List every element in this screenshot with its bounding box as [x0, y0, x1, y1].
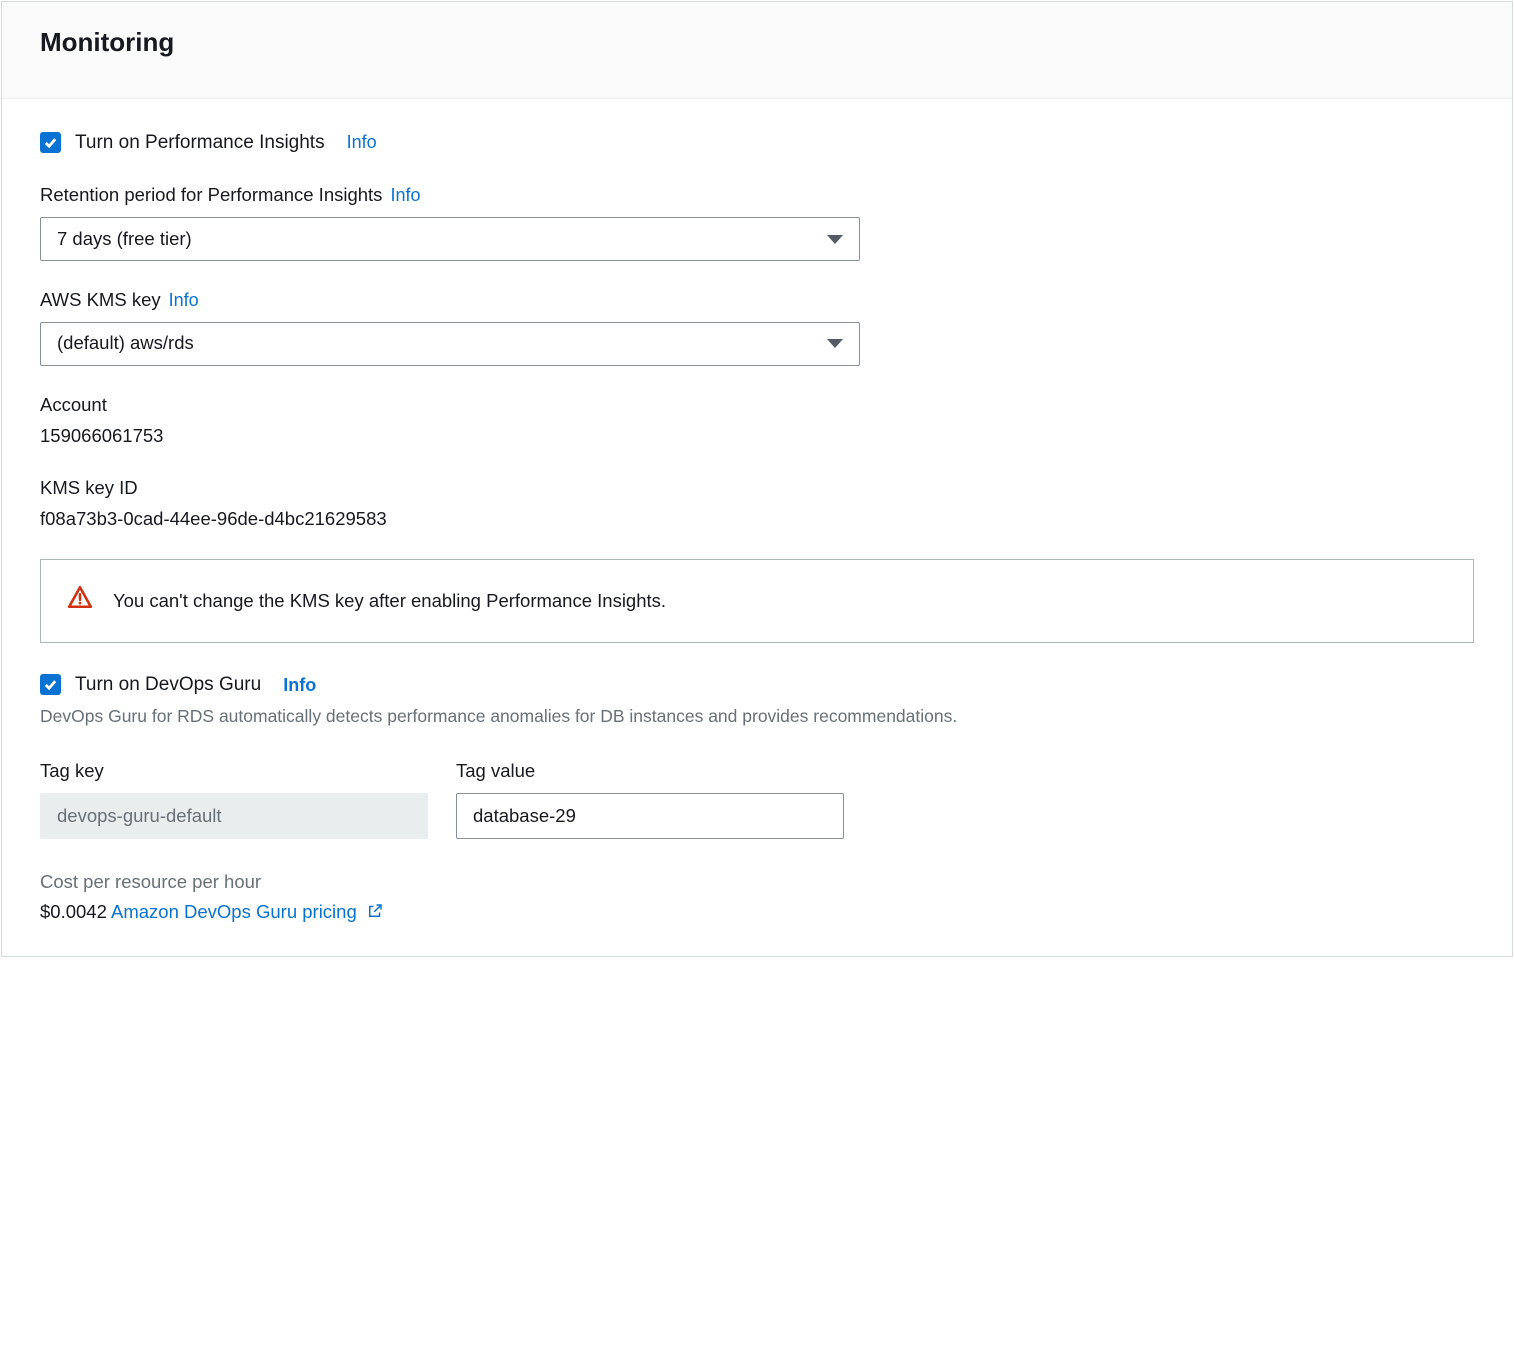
- monitoring-panel: Monitoring Turn on Performance Insights …: [1, 1, 1513, 957]
- check-icon: [43, 135, 58, 150]
- devops-guru-info-link[interactable]: Info: [283, 672, 316, 698]
- panel-title: Monitoring: [40, 24, 1474, 62]
- panel-body: Turn on Performance Insights Info Retent…: [2, 99, 1512, 957]
- caret-down-icon: [827, 235, 843, 244]
- pricing-link-text: Amazon DevOps Guru pricing: [111, 901, 357, 922]
- devops-guru-description: DevOps Guru for RDS automatically detect…: [40, 704, 1474, 729]
- caret-down-icon: [827, 339, 843, 348]
- retention-select[interactable]: 7 days (free tier): [40, 217, 860, 261]
- retention-select-value: 7 days (free tier): [57, 226, 192, 253]
- kms-key-select[interactable]: (default) aws/rds: [40, 322, 860, 366]
- kms-key-info-link[interactable]: Info: [169, 287, 199, 313]
- kms-key-field: AWS KMS key Info (default) aws/rds: [40, 287, 1474, 366]
- cost-label: Cost per resource per hour: [40, 869, 1474, 896]
- devops-guru-pricing-link[interactable]: Amazon DevOps Guru pricing: [111, 901, 384, 922]
- tag-value-label: Tag value: [456, 758, 844, 785]
- tag-key-label: Tag key: [40, 758, 428, 785]
- tag-key-field: Tag key: [40, 758, 428, 839]
- warning-triangle-icon: [67, 584, 93, 618]
- tag-key-input: [40, 793, 428, 839]
- devops-guru-toggle-row: Turn on DevOps Guru Info: [40, 671, 1474, 699]
- tag-grid: Tag key Tag value: [40, 758, 1474, 839]
- kms-key-id-field: KMS key ID f08a73b3-0cad-44ee-96de-d4bc2…: [40, 475, 1474, 533]
- performance-insights-label: Turn on Performance Insights: [75, 129, 325, 157]
- kms-key-select-value: (default) aws/rds: [57, 330, 194, 357]
- cost-value: $0.0042: [40, 901, 107, 922]
- kms-key-label-row: AWS KMS key Info: [40, 287, 1474, 314]
- account-value: 159066061753: [40, 423, 1474, 450]
- devops-guru-section: Turn on DevOps Guru Info DevOps Guru for…: [40, 671, 1474, 730]
- kms-key-label: AWS KMS key: [40, 287, 161, 314]
- panel-header: Monitoring: [2, 2, 1512, 99]
- tag-value-input[interactable]: [456, 793, 844, 839]
- devops-guru-checkbox[interactable]: [40, 674, 61, 695]
- cost-line: $0.0042 Amazon DevOps Guru pricing: [40, 899, 1474, 926]
- account-label: Account: [40, 392, 1474, 419]
- tag-value-field: Tag value: [456, 758, 844, 839]
- kms-key-id-value: f08a73b3-0cad-44ee-96de-d4bc21629583: [40, 506, 1474, 533]
- kms-key-id-label: KMS key ID: [40, 475, 1474, 502]
- performance-insights-info-link[interactable]: Info: [347, 129, 377, 155]
- retention-label: Retention period for Performance Insight…: [40, 182, 382, 209]
- external-link-icon: [366, 902, 384, 920]
- retention-info-link[interactable]: Info: [390, 182, 420, 208]
- kms-warning-text: You can't change the KMS key after enabl…: [113, 588, 666, 615]
- performance-insights-checkbox[interactable]: [40, 132, 61, 153]
- kms-warning-alert: You can't change the KMS key after enabl…: [40, 559, 1474, 643]
- retention-field: Retention period for Performance Insight…: [40, 182, 1474, 261]
- account-field: Account 159066061753: [40, 392, 1474, 450]
- retention-label-row: Retention period for Performance Insight…: [40, 182, 1474, 209]
- devops-guru-label: Turn on DevOps Guru: [75, 671, 261, 699]
- performance-insights-toggle-row: Turn on Performance Insights Info: [40, 129, 1474, 157]
- check-icon: [43, 677, 58, 692]
